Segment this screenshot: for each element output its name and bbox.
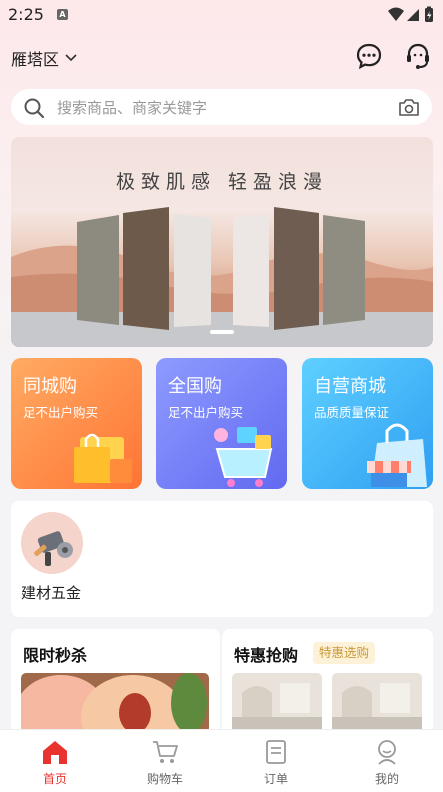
tab-label: 我的 — [374, 772, 399, 786]
service-card-national[interactable]: 全国购 足不出户购买 — [156, 358, 287, 489]
shopping-cart-illustration-icon — [214, 427, 273, 487]
tab-label: 首页 — [42, 772, 67, 786]
banner-carousel[interactable]: 极致肌感 轻盈浪漫 — [11, 137, 433, 347]
tab-cart[interactable]: 购物车 — [110, 730, 220, 792]
customer-service-icon[interactable] — [404, 42, 432, 70]
camera-icon[interactable] — [398, 97, 420, 117]
search-placeholder: 搜索商品、商家关键字 — [57, 99, 208, 117]
tab-home[interactable]: 首页 — [0, 730, 110, 792]
flash-sale-title: 限时秒杀 — [23, 646, 88, 665]
tab-profile[interactable]: 我的 — [332, 730, 442, 792]
bedroom-product-image — [232, 673, 422, 733]
category-panel: 建材五金 — [11, 501, 433, 617]
service-card-title: 全国购 — [168, 376, 222, 397]
service-card-title: 同城购 — [23, 376, 77, 397]
service-card-local[interactable]: 同城购 足不出户购买 — [11, 358, 142, 489]
cart-icon — [153, 741, 178, 763]
search-bar[interactable]: 搜索商品、商家关键字 — [11, 89, 432, 125]
system-icons — [387, 6, 435, 28]
banner-headline: 极致肌感 轻盈浪漫 — [115, 171, 329, 193]
flash-sale-panel[interactable]: 限时秒杀 — [11, 629, 220, 739]
hardware-tools-icon — [21, 512, 83, 574]
carousel-indicator — [210, 330, 234, 334]
service-card-title: 自营商城 — [314, 376, 386, 397]
special-deal-title: 特惠抢购 — [234, 646, 299, 665]
category-label: 建材五金 — [21, 584, 82, 602]
category-item-building-materials[interactable] — [21, 512, 83, 574]
store-bag-illustration-icon — [367, 423, 427, 487]
profile-icon — [378, 740, 396, 765]
tab-label: 订单 — [263, 772, 288, 786]
home-icon — [43, 741, 67, 764]
wifi-signal-battery-icon — [388, 6, 433, 22]
peach-product-image — [21, 673, 209, 733]
special-deal-tag: 特惠选购 — [313, 642, 376, 664]
status-bar: 2:25 A — [0, 0, 443, 30]
shopping-bag-illustration-icon — [74, 433, 132, 483]
status-time: 2:25 — [8, 5, 44, 24]
order-document-icon — [266, 740, 286, 764]
tab-orders[interactable]: 订单 — [221, 730, 331, 792]
chevron-down-icon — [65, 54, 77, 62]
tab-label: 购物车 — [146, 772, 183, 786]
location-selector[interactable]: 雁塔区 — [11, 46, 77, 70]
bottom-tab-bar: 首页 购物车 订单 我的 — [0, 729, 443, 792]
location-label: 雁塔区 — [11, 50, 60, 69]
sim-icon: A — [57, 9, 68, 20]
message-icon[interactable] — [355, 42, 383, 70]
top-bar: 雁塔区 — [0, 38, 443, 78]
special-deal-panel[interactable]: 特惠抢购 特惠选购 — [222, 629, 433, 739]
service-card-self-operated[interactable]: 自营商城 品质质量保证 — [302, 358, 433, 489]
search-icon — [24, 98, 45, 119]
